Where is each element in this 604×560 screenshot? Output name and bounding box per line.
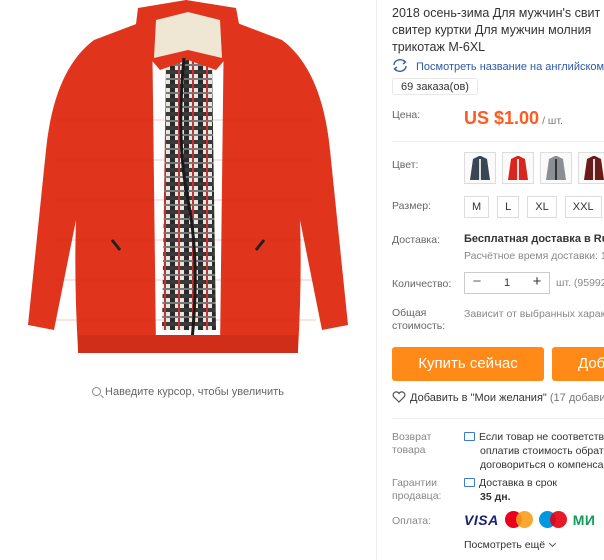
- returns-policy: Если товар не соответству оплатив стоимо…: [464, 430, 604, 472]
- price-value: US $1.00/ шт.: [464, 108, 563, 129]
- jacket-thumbnail-icon: [546, 156, 566, 180]
- wishlist-label[interactable]: Добавить в "Мои желания": [410, 392, 547, 404]
- price-amount: US $1.00: [464, 108, 540, 128]
- size-option-l[interactable]: L: [497, 196, 520, 218]
- quantity-input[interactable]: 1: [489, 277, 525, 289]
- quantity-available: шт. (95992: [556, 277, 604, 289]
- divider: [392, 141, 604, 142]
- zoom-hint-text: Наведите курсор, чтобы увеличить: [105, 386, 284, 398]
- payment-see-more[interactable]: Посмотреть ещё: [464, 539, 557, 551]
- total-value: Зависит от выбранных харак: [464, 308, 604, 320]
- price-row: Цена: US $1.00/ шт.: [392, 105, 604, 137]
- chevron-down-icon: [549, 539, 557, 548]
- title-line: трикотаж M-6XL: [392, 40, 486, 54]
- color-swatch[interactable]: [502, 152, 534, 184]
- divider: [392, 418, 604, 419]
- returns-text-line: договориться о компенса: [480, 459, 604, 471]
- product-title: 2018 осень-зима Для мужчин's свит свитер…: [392, 5, 604, 56]
- returns-label-line: товара: [392, 444, 426, 456]
- color-swatch[interactable]: [578, 152, 604, 184]
- total-label-line: стоимость:: [392, 320, 446, 332]
- translate-link-text[interactable]: Посмотреть название на английском: [416, 61, 604, 73]
- returns-text-line: оплатив стоимость обрат: [480, 445, 604, 457]
- guarantee-label-line: Гарантии: [392, 477, 437, 489]
- wishlist-count: (17 добавили: [549, 392, 604, 404]
- guarantee-line1: Доставка в срок: [479, 477, 558, 489]
- see-more-text[interactable]: Посмотреть ещё: [464, 539, 545, 551]
- delivery-clock-icon: [464, 478, 475, 487]
- product-info: 2018 осень-зима Для мужчин's свит свитер…: [392, 0, 604, 560]
- zoom-hint: Наведите курсор, чтобы увеличить: [0, 386, 376, 398]
- guarantee-days: 35 дн.: [480, 491, 511, 503]
- color-swatch[interactable]: [540, 152, 572, 184]
- visa-logo: VISA: [464, 512, 499, 528]
- total-label: Общая стоимость:: [392, 307, 445, 333]
- size-option-m[interactable]: M: [464, 196, 490, 218]
- policy-icon: [464, 432, 475, 441]
- buy-now-button[interactable]: Купить сейчас: [392, 347, 544, 381]
- jacket-thumbnail-icon: [508, 156, 528, 180]
- title-line: свитер куртки Для мужчин молния: [392, 23, 592, 37]
- quantity-decrease-button[interactable]: −: [465, 273, 489, 293]
- color-swatches: [464, 152, 604, 184]
- product-gallery: Наведите курсор, чтобы увеличить: [0, 0, 376, 410]
- total-label-line: Общая: [392, 307, 427, 319]
- quantity-label: Количество:: [392, 278, 452, 290]
- magnifier-icon: [92, 387, 102, 396]
- add-to-wishlist[interactable]: Добавить в "Мои желания" (17 добавили: [392, 391, 604, 404]
- quantity-stepper: − 1 +: [464, 272, 550, 294]
- price-unit: / шт.: [542, 115, 563, 127]
- guarantee-label-line: продавца:: [392, 490, 442, 502]
- color-label: Цвет:: [392, 159, 419, 171]
- mir-logo: МИ: [572, 512, 596, 528]
- column-divider: [376, 0, 377, 560]
- heart-icon: [392, 391, 406, 403]
- price-label: Цена:: [392, 109, 421, 121]
- payment-logos: VISA МИ: [464, 511, 595, 529]
- size-option-xxl[interactable]: XXL: [564, 196, 602, 218]
- jacket-thumbnail-icon: [584, 156, 604, 180]
- add-to-cart-button[interactable]: Доба: [552, 347, 604, 381]
- delivery-time: Расчётное время доставки: 1: [464, 250, 604, 262]
- orders-count: 69 заказа(ов): [392, 78, 478, 95]
- size-label: Размер:: [392, 200, 432, 212]
- translate-title-link[interactable]: Посмотреть название на английском: [392, 59, 604, 73]
- payment-label: Оплата:: [392, 515, 432, 527]
- product-image[interactable]: [16, 0, 360, 375]
- jacket-thumbnail-icon: [470, 156, 490, 180]
- guarantee-info: Доставка в срок 35 дн.: [464, 476, 557, 504]
- title-line: 2018 осень-зима Для мужчин's свит: [392, 6, 601, 20]
- size-option-xl[interactable]: XL: [527, 196, 557, 218]
- color-swatch[interactable]: [464, 152, 496, 184]
- delivery-label: Доставка:: [392, 234, 441, 246]
- delivery-method[interactable]: Бесплатная доставка в Russ: [464, 233, 604, 245]
- guarantee-label: Гарантии продавца:: [392, 477, 441, 503]
- returns-text-line: Если товар не соответству: [479, 431, 604, 443]
- size-options: M L XL XXL: [464, 196, 602, 218]
- translate-icon: [393, 59, 407, 72]
- mastercard-logo: [504, 511, 533, 529]
- quantity-increase-button[interactable]: +: [525, 273, 549, 293]
- returns-label: Возврат товара: [392, 431, 431, 457]
- maestro-logo: [538, 511, 567, 529]
- returns-label-line: Возврат: [392, 431, 432, 443]
